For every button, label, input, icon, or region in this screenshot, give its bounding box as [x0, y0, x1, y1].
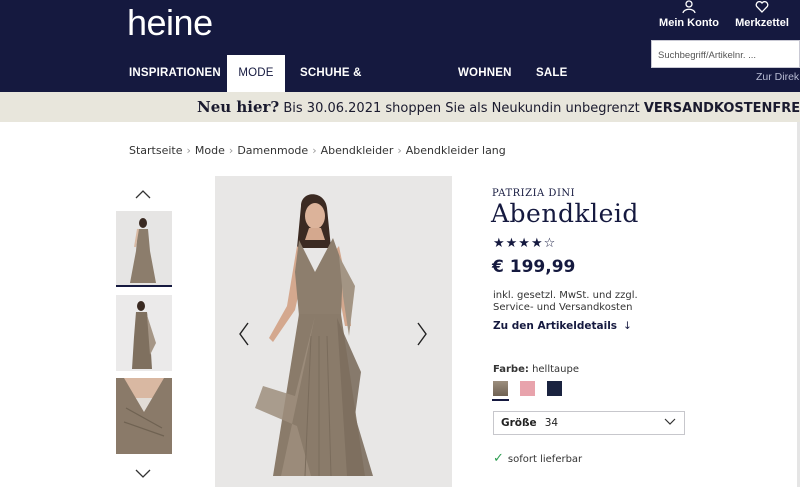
search-input[interactable]: Suchbegriff/Artikelnr. ...: [651, 40, 800, 68]
promo-banner[interactable]: Neu hier? Bis 30.06.2021 shoppen Sie als…: [0, 92, 800, 122]
site-header: heine Mein Konto Merkzettel Suchbegriff/…: [0, 0, 800, 116]
color-swatch-navy[interactable]: [547, 381, 562, 396]
account-button[interactable]: Mein Konto: [658, 0, 720, 29]
heine-logo[interactable]: heine: [127, 2, 213, 44]
thumbnail-2[interactable]: [116, 295, 172, 371]
breadcrumb: Startseite › Mode › Damenmode › Abendkleider › A…: [129, 144, 506, 157]
chevron-right-icon: ›: [312, 144, 317, 157]
breadcrumb-item[interactable]: Damenmode: [237, 144, 308, 157]
nav-item-wohnen[interactable]: WOHNEN: [458, 55, 512, 92]
tax-note-line-1: inkl. gesetzl. MwSt. und zzgl.: [493, 290, 638, 301]
size-select[interactable]: Größe 34: [493, 411, 685, 435]
chevron-right-icon: ›: [397, 144, 402, 157]
product-brand[interactable]: PATRIZIA DINI: [492, 188, 575, 199]
thumbnail-1[interactable]: [116, 211, 172, 287]
availability-status: ✓ sofort lieferbar: [493, 451, 582, 466]
breadcrumb-item[interactable]: Abendkleider: [321, 144, 394, 157]
user-icon: [682, 0, 696, 14]
wishlist-label: Merkzettel: [735, 17, 789, 29]
availability-label: sofort lieferbar: [507, 454, 583, 465]
chevron-right-icon[interactable]: [416, 322, 428, 346]
breadcrumb-item[interactable]: Abendkleider lang: [406, 144, 506, 157]
arrow-down-icon: ↓: [623, 320, 632, 332]
account-label: Mein Konto: [659, 17, 719, 29]
color-swatch-helltaupe[interactable]: [493, 381, 508, 396]
color-label-key: Farbe:: [493, 364, 529, 375]
details-link[interactable]: Zu den Artikeldetails ↓: [493, 320, 632, 332]
rating-stars[interactable]: ★★★★☆: [493, 236, 556, 251]
nav-item-mode[interactable]: MODE: [227, 55, 285, 92]
nav-item-sale[interactable]: SALE: [536, 55, 567, 92]
color-value: helltaupe: [532, 364, 579, 375]
tax-note: inkl. gesetzl. MwSt. und zzgl. Service- …: [493, 290, 638, 314]
nav-item-schuhe-accessoires[interactable]: SCHUHE & ACCESSOIRES: [300, 55, 386, 116]
nav-item-inspirationen[interactable]: INSPIRATIONEN: [129, 55, 221, 92]
heart-icon: [755, 1, 769, 13]
chevron-right-icon: ›: [186, 144, 191, 157]
chevron-right-icon: ›: [228, 144, 234, 157]
product-title: Abendkleid: [491, 199, 639, 228]
color-label: Farbe: helltaupe: [493, 364, 579, 375]
breadcrumb-item[interactable]: Startseite: [129, 144, 183, 157]
check-icon: ✓: [493, 451, 504, 466]
breadcrumb-item[interactable]: Mode: [195, 144, 225, 157]
chevron-left-icon[interactable]: [238, 322, 250, 346]
color-swatch-rose[interactable]: [520, 381, 535, 396]
chevron-down-icon[interactable]: [135, 469, 151, 479]
size-label: Größe: [501, 417, 537, 429]
chevron-up-icon[interactable]: [135, 189, 151, 199]
size-value: 34: [544, 417, 559, 429]
chevron-down-icon: [664, 418, 676, 425]
skip-link[interactable]: Zur Direk: [756, 71, 799, 83]
thumbnail-3[interactable]: [116, 378, 172, 454]
tax-note-line-2[interactable]: Service- und Versandkosten: [493, 302, 638, 314]
promo-headline: Neu hier?: [197, 98, 280, 116]
selected-swatch-indicator: [492, 399, 509, 401]
promo-text: Bis 30.06.2021 shoppen Sie als Neukundin…: [279, 101, 644, 116]
product-price: € 199,99: [492, 257, 576, 277]
details-link-label: Zu den Artikeldetails: [493, 320, 618, 332]
wishlist-button[interactable]: Merkzettel: [732, 0, 792, 29]
promo-strong: VERSANDKOSTENFREI*: [643, 101, 800, 116]
